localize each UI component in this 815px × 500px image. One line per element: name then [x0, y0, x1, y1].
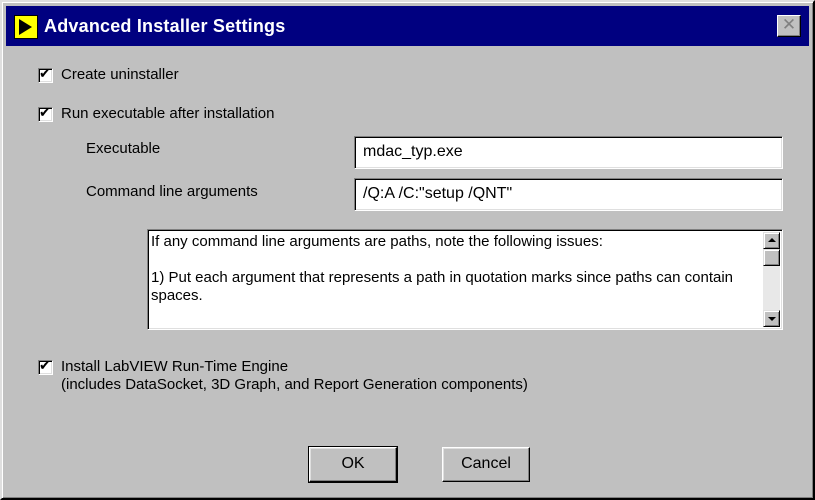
scroll-down-button[interactable] [763, 310, 780, 327]
close-icon: ✕ [781, 15, 797, 35]
help-line-1: If any command line arguments are paths,… [151, 233, 603, 250]
checkmark-icon: ✔ [39, 66, 51, 82]
create-uninstaller-option[interactable]: ✔ Create uninstaller [38, 66, 179, 84]
run-executable-checkbox[interactable]: ✔ [38, 105, 53, 122]
help-text-content: If any command line arguments are paths,… [151, 233, 761, 323]
install-runtime-checkbox[interactable]: ✔ [38, 358, 53, 375]
executable-input[interactable]: mdac_typ.exe [354, 136, 783, 169]
install-runtime-option[interactable]: ✔ Install LabVIEW Run-Time Engine (inclu… [38, 358, 528, 394]
ok-button[interactable]: OK [308, 446, 398, 483]
install-runtime-label: Install LabVIEW Run-Time Engine (include… [61, 358, 528, 394]
title-bar: Advanced Installer Settings ✕ [6, 6, 809, 46]
run-executable-option[interactable]: ✔ Run executable after installation [38, 105, 274, 123]
checkmark-icon: ✔ [39, 105, 51, 121]
run-executable-label: Run executable after installation [61, 105, 275, 122]
install-runtime-label-line2: (includes DataSocket, 3D Graph, and Repo… [61, 376, 528, 393]
dialog-title: Advanced Installer Settings [44, 16, 286, 36]
create-uninstaller-label: Create uninstaller [61, 66, 179, 83]
vertical-scrollbar[interactable] [763, 232, 780, 327]
executable-label: Executable [86, 140, 161, 157]
cancel-button[interactable]: Cancel [442, 447, 530, 482]
close-button[interactable]: ✕ [777, 15, 801, 37]
install-runtime-label-line1: Install LabVIEW Run-Time Engine [61, 358, 289, 375]
create-uninstaller-checkbox[interactable]: ✔ [38, 66, 53, 83]
command-line-help-text[interactable]: If any command line arguments are paths,… [147, 229, 783, 330]
advanced-installer-settings-dialog: Advanced Installer Settings ✕ ✔ Create u… [0, 0, 815, 500]
scroll-thumb[interactable] [763, 249, 780, 266]
checkmark-icon: ✔ [39, 358, 51, 374]
command-line-label: Command line arguments [86, 183, 258, 200]
labview-app-icon [14, 15, 38, 39]
arrow-down-icon [768, 317, 776, 321]
command-line-input[interactable]: /Q:A /C:"setup /QNT" [354, 178, 783, 211]
help-line-2: 1) Put each argument that represents a p… [151, 269, 734, 304]
scroll-up-button[interactable] [763, 232, 780, 249]
arrow-up-icon [768, 238, 776, 242]
